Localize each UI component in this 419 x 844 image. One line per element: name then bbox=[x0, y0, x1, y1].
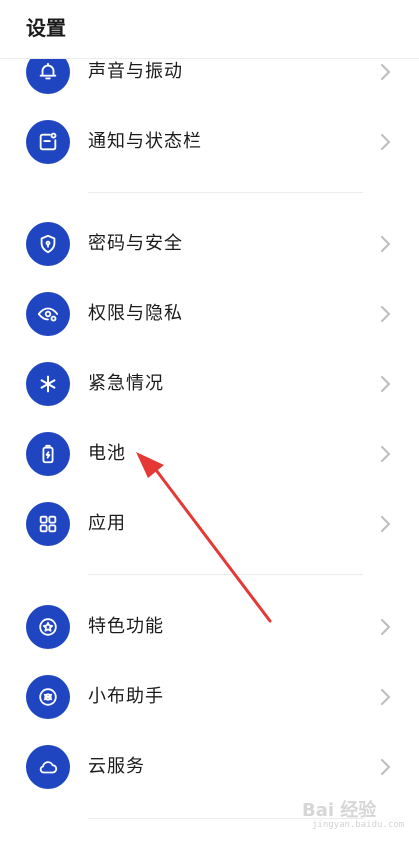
section-divider bbox=[88, 192, 363, 193]
section-divider bbox=[88, 574, 363, 575]
settings-item-label: 云服务 bbox=[88, 756, 145, 777]
chevron-right-icon bbox=[381, 516, 390, 532]
settings-item-notification[interactable]: 通知与状态栏 bbox=[0, 110, 419, 174]
settings-item-label: 密码与安全 bbox=[88, 233, 183, 254]
header-bar: 设置 bbox=[0, 0, 419, 59]
star-circle-icon bbox=[26, 605, 70, 649]
settings-item-assistant[interactable]: 小布助手 bbox=[0, 665, 419, 729]
settings-item-apps[interactable]: 应用 bbox=[0, 492, 419, 556]
notification-icon bbox=[26, 120, 70, 164]
battery-icon bbox=[26, 432, 70, 476]
settings-item-permissions-privacy[interactable]: 权限与隐私 bbox=[0, 282, 419, 346]
settings-item-label: 权限与隐私 bbox=[88, 303, 183, 324]
chevron-right-icon bbox=[381, 689, 390, 705]
settings-item-cloud[interactable]: 云服务 bbox=[0, 735, 419, 799]
watermark-subtext: jingyan.baidu.com bbox=[312, 820, 405, 830]
chevron-right-icon bbox=[381, 64, 390, 80]
chevron-right-icon bbox=[381, 619, 390, 635]
cloud-icon bbox=[26, 745, 70, 789]
settings-item-battery[interactable]: 电池 bbox=[0, 422, 419, 486]
settings-item-label: 通知与状态栏 bbox=[88, 131, 202, 152]
asterisk-emergency-icon bbox=[26, 362, 70, 406]
chevron-right-icon bbox=[381, 306, 390, 322]
settings-item-emergency[interactable]: 紧急情况 bbox=[0, 352, 419, 416]
page-title: 设置 bbox=[26, 16, 66, 40]
settings-item-password-security[interactable]: 密码与安全 bbox=[0, 212, 419, 276]
settings-item-label: 特色功能 bbox=[88, 616, 164, 637]
chevron-right-icon bbox=[381, 134, 390, 150]
settings-item-label: 紧急情况 bbox=[88, 373, 164, 394]
settings-item-label: 电池 bbox=[88, 443, 126, 464]
watermark-text: Bai 经验 bbox=[302, 800, 377, 821]
apps-grid-icon bbox=[26, 502, 70, 546]
settings-item-label: 小布助手 bbox=[88, 686, 164, 707]
assistant-icon bbox=[26, 675, 70, 719]
chevron-right-icon bbox=[381, 236, 390, 252]
baidu-watermark: Bai 经验 jingyan.baidu.com bbox=[302, 792, 412, 836]
shield-lock-icon bbox=[26, 222, 70, 266]
settings-item-special-features[interactable]: 特色功能 bbox=[0, 595, 419, 659]
settings-item-label: 声音与振动 bbox=[88, 61, 183, 82]
chevron-right-icon bbox=[381, 376, 390, 392]
settings-item-label: 应用 bbox=[88, 513, 126, 534]
eye-privacy-icon bbox=[26, 292, 70, 336]
chevron-right-icon bbox=[381, 446, 390, 462]
chevron-right-icon bbox=[381, 759, 390, 775]
